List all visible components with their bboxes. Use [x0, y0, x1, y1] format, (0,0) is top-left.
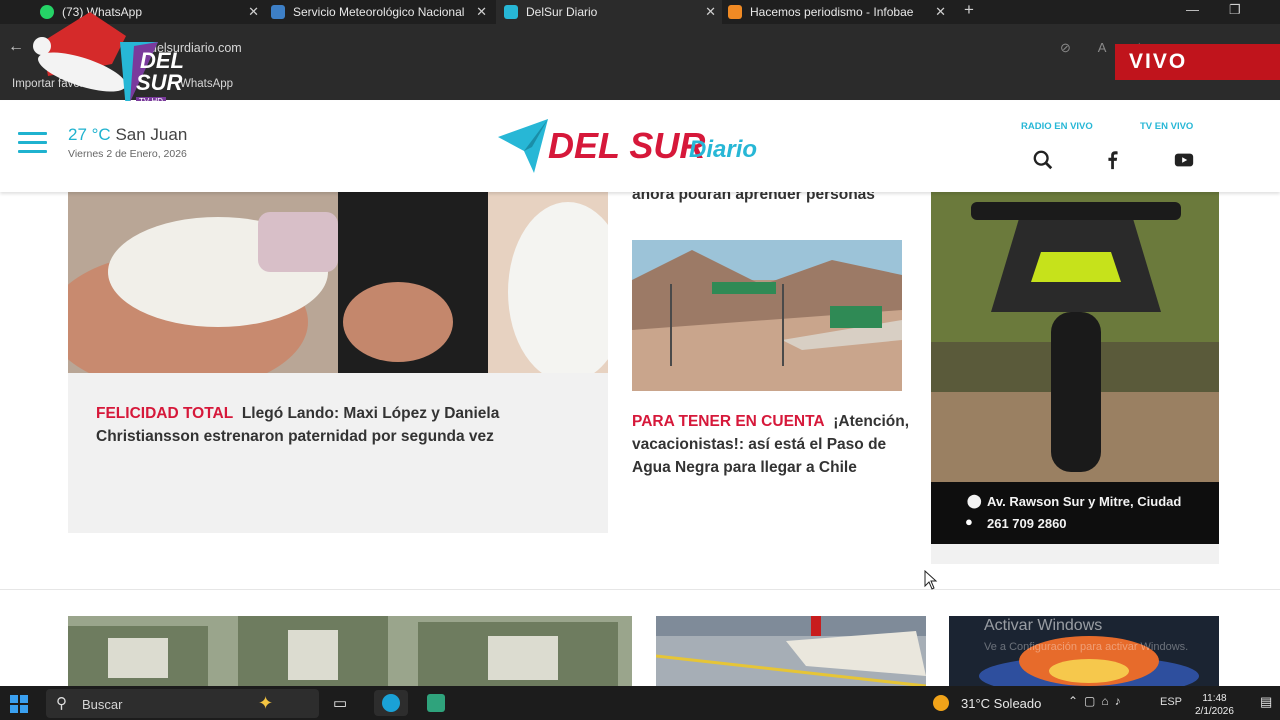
- tv-live-link[interactable]: TV EN VIVO: [1140, 121, 1193, 132]
- clock-time: 11:48: [1202, 693, 1227, 704]
- section-divider: [0, 589, 1280, 590]
- logo-arrow-icon: [498, 119, 548, 173]
- site-logo[interactable]: DEL SUR Diario: [496, 115, 806, 175]
- article-kicker-1: FELICIDAD TOTAL: [96, 405, 234, 422]
- youtube-icon[interactable]: [1172, 149, 1196, 171]
- hamburger-menu-icon[interactable]: [18, 132, 47, 154]
- windows-start-icon[interactable]: [10, 695, 28, 713]
- weather-widget: 27 °C San Juan: [68, 125, 187, 145]
- radio-live-link[interactable]: RADIO EN VIVO: [1021, 121, 1093, 132]
- ad-contact-bar: ⬤ Av. Rawson Sur y Mitre, Ciudad ● 261 7…: [931, 482, 1219, 544]
- delsur-tv-logo: DEL SUR TV HD: [30, 6, 200, 110]
- paso-agua-negra-photo: [632, 240, 902, 391]
- facebook-icon[interactable]: [1101, 149, 1125, 171]
- language-indicator[interactable]: ESP: [1160, 696, 1182, 708]
- close-tab-icon[interactable]: ✕: [248, 4, 259, 20]
- article-card-1[interactable]: FELICIDAD TOTAL Llegó Lando: Maxi López …: [68, 373, 608, 533]
- edge-browser-icon[interactable]: [374, 690, 408, 716]
- tab-smn[interactable]: Servicio Meteorológico Nacional ✕: [271, 0, 493, 24]
- app-icon[interactable]: [427, 694, 445, 712]
- tab-delsur[interactable]: DelSur Diario ✕: [496, 0, 722, 24]
- newborn-photo: [68, 192, 608, 373]
- copilot-sparkle-icon: ✦: [258, 693, 274, 713]
- ad-phone: 261 709 2860: [987, 516, 1067, 531]
- article-headline-1[interactable]: FELICIDAD TOTAL Llegó Lando: Maxi López …: [96, 402, 576, 448]
- whatsapp-icon: ●: [965, 514, 973, 529]
- ad-address: Av. Rawson Sur y Mitre, Ciudad: [987, 494, 1182, 509]
- channel-logo-sur: SUR: [136, 70, 183, 95]
- windows-activation-title: Activar Windows: [984, 617, 1103, 634]
- taskbar-search[interactable]: ⚲ Buscar ✦: [46, 689, 319, 718]
- article-image-paso[interactable]: [632, 240, 902, 391]
- motorcycle-ad[interactable]: ⬤ Av. Rawson Sur y Mitre, Ciudad ● 261 7…: [931, 192, 1219, 544]
- article-image-street[interactable]: [656, 616, 926, 686]
- taskbar-weather-text: 31°C Soleado: [961, 696, 1042, 711]
- mouse-cursor-icon: [924, 570, 938, 590]
- ad-footer: [931, 544, 1219, 564]
- tab-title: Servicio Meteorológico Nacional: [293, 5, 465, 19]
- delsur-favicon-icon: [504, 5, 518, 19]
- search-icon: ⚲: [56, 695, 67, 712]
- taskbar-search-label: Buscar: [82, 697, 123, 712]
- minimize-icon[interactable]: —: [1186, 2, 1199, 17]
- article-image-dollars[interactable]: [68, 616, 632, 686]
- tab-title: Hacemos periodismo - Infobae: [750, 5, 914, 19]
- article-kicker-2: PARA TENER EN CUENTA: [632, 413, 825, 430]
- search-icon[interactable]: [1031, 149, 1055, 171]
- system-tray-icons[interactable]: ⌃▢⌂♪: [1068, 694, 1127, 708]
- close-tab-icon[interactable]: ✕: [935, 4, 946, 20]
- location-pin-icon: ⬤: [967, 493, 982, 508]
- sun-icon: [933, 695, 949, 711]
- tab-infobae[interactable]: Hacemos periodismo - Infobae ✕: [728, 0, 952, 24]
- article-headline-2[interactable]: PARA TENER EN CUENTA ¡Atención, vacacion…: [632, 410, 912, 479]
- cut-off-headline[interactable]: ahora podrán aprender personas: [632, 192, 875, 204]
- current-date: Viernes 2 de Enero, 2026: [68, 148, 187, 160]
- logo-sub-text: Diario: [689, 136, 758, 163]
- restore-icon[interactable]: ❐: [1229, 2, 1241, 18]
- task-view-icon[interactable]: ▭: [333, 694, 347, 712]
- taskbar-clock[interactable]: 11:48 2/1/2026: [1195, 692, 1234, 718]
- live-badge: VIVO: [1115, 44, 1280, 80]
- close-tab-icon[interactable]: ✕: [476, 4, 487, 20]
- clock-date: 2/1/2026: [1195, 706, 1234, 717]
- main-content: FELICIDAD TOTAL Llegó Lando: Maxi López …: [0, 192, 1280, 686]
- site-header: 27 °C San Juan Viernes 2 de Enero, 2026 …: [0, 101, 1280, 192]
- temperature: 27 °C: [68, 125, 111, 144]
- infobae-favicon-icon: [728, 5, 742, 19]
- back-arrow-icon[interactable]: ←: [8, 38, 24, 56]
- tab-title: DelSur Diario: [526, 5, 598, 19]
- city-name: San Juan: [115, 125, 188, 144]
- notifications-icon[interactable]: ▤: [1260, 694, 1272, 710]
- article-image-newborn[interactable]: [68, 192, 608, 373]
- smn-favicon-icon: [271, 5, 285, 19]
- motorcycle-photo: [931, 192, 1219, 482]
- windows-taskbar: ⚲ Buscar ✦ ▭ 31°C Soleado ⌃▢⌂♪ ESP 11:48…: [0, 686, 1280, 720]
- dollar-bills-photo: [68, 616, 632, 686]
- logo-main-text: DEL SUR: [548, 125, 706, 166]
- new-tab-icon[interactable]: +: [964, 0, 974, 20]
- close-tab-icon[interactable]: ✕: [705, 4, 716, 20]
- windows-activation-hint: Ve a Configuración para activar Windows.: [984, 641, 1189, 653]
- street-photo: [656, 616, 926, 686]
